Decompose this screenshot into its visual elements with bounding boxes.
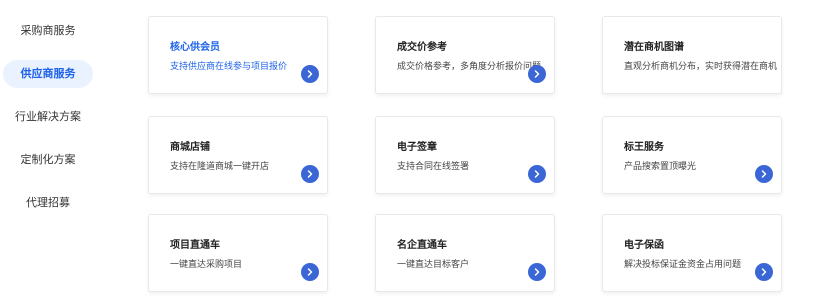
card-title: 名企直通车 [397, 240, 447, 251]
card-title: 标王服务 [624, 142, 664, 153]
services-panel: 采购商服务 供应商服务 行业解决方案 定制化方案 代理招募 核心供会员 支持供应… [0, 0, 828, 306]
card-title: 商城店铺 [170, 142, 210, 153]
card-title: 核心供会员 [170, 42, 220, 53]
service-card-e-guarantee[interactable]: 电子保函 解决投标保证金资金占用问题 [602, 214, 782, 292]
service-card-e-signature[interactable]: 电子签章 支持合同在线签署 [375, 116, 555, 194]
card-desc: 支持合同在线签署 [397, 162, 470, 172]
service-card-enterprise-express[interactable]: 名企直通车 一键直达目标客户 [375, 214, 555, 292]
sidebar-item-agent-recruitment[interactable]: 代理招募 [3, 189, 93, 217]
sidebar-item-industry-solutions[interactable]: 行业解决方案 [3, 103, 93, 131]
service-card-opportunity-map[interactable]: 潜在商机图谱 直观分析商机分布，实时获得潜在商机 [602, 16, 782, 94]
chevron-right-icon[interactable] [528, 165, 546, 183]
sidebar-item-buyer-services[interactable]: 采购商服务 [3, 17, 93, 45]
card-title: 成交价参考 [397, 42, 447, 53]
card-desc: 支持供应商在线参与项目报价 [170, 62, 288, 72]
card-desc: 一键直达目标客户 [397, 260, 470, 270]
service-card-mall-store[interactable]: 商城店铺 支持在隆道商城一键开店 [148, 116, 328, 194]
chevron-right-icon[interactable] [301, 65, 319, 83]
card-desc: 支持在隆道商城一键开店 [170, 162, 270, 172]
service-card-project-express[interactable]: 项目直通车 一键直达采购项目 [148, 214, 328, 292]
service-card-core-member[interactable]: 核心供会员 支持供应商在线参与项目报价 [148, 16, 328, 94]
card-title: 潜在商机图谱 [624, 42, 684, 53]
card-desc: 解决投标保证金资金占用问题 [624, 260, 742, 270]
sidebar-item-supplier-services[interactable]: 供应商服务 [3, 60, 93, 88]
card-desc: 一键直达采购项目 [170, 260, 243, 270]
card-desc: 产品搜索置顶曝光 [624, 162, 697, 172]
chevron-right-icon[interactable] [755, 165, 773, 183]
sidebar-item-custom-solutions[interactable]: 定制化方案 [3, 146, 93, 174]
card-desc: 成交价格参考，多角度分析报价问题 [397, 62, 542, 72]
chevron-right-icon[interactable] [301, 263, 319, 281]
chevron-right-icon[interactable] [301, 165, 319, 183]
chevron-right-icon[interactable] [528, 263, 546, 281]
card-title: 电子保函 [624, 240, 664, 251]
card-desc: 直观分析商机分布，实时获得潜在商机 [624, 62, 778, 72]
service-card-top-ranking[interactable]: 标王服务 产品搜索置顶曝光 [602, 116, 782, 194]
chevron-right-icon[interactable] [755, 263, 773, 281]
card-title: 电子签章 [397, 142, 437, 153]
sidebar: 采购商服务 供应商服务 行业解决方案 定制化方案 代理招募 [0, 0, 100, 306]
card-title: 项目直通车 [170, 240, 220, 251]
service-card-price-reference[interactable]: 成交价参考 成交价格参考，多角度分析报价问题 [375, 16, 555, 94]
chevron-right-icon[interactable] [528, 65, 546, 83]
